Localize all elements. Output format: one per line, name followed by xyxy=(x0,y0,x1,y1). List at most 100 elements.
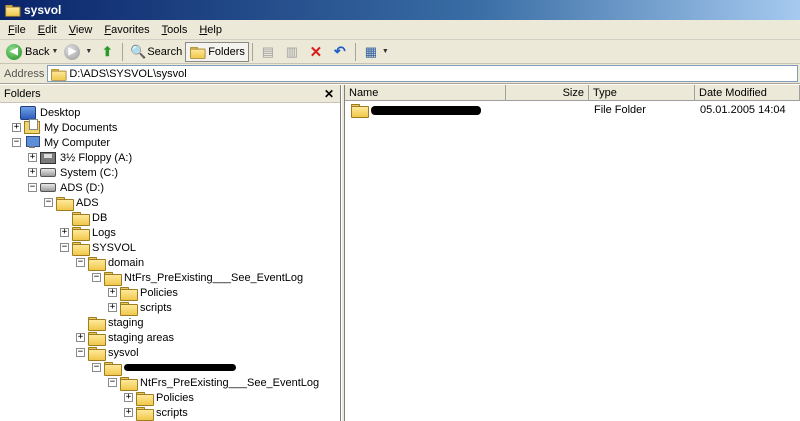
file-list-item[interactable]: File Folder 05.01.2005 14:04 xyxy=(345,102,800,118)
views-button[interactable]: ▦ ▼ xyxy=(359,42,392,62)
collapse-icon[interactable]: − xyxy=(108,378,117,387)
tree-item[interactable]: Desktop xyxy=(20,105,80,120)
delete-button[interactable]: ✕ xyxy=(304,42,328,62)
expand-icon[interactable]: + xyxy=(60,228,69,237)
collapse-icon[interactable]: − xyxy=(12,138,21,147)
forward-dropdown-icon[interactable]: ▼ xyxy=(85,48,92,55)
tree-item[interactable]: − SYSVOL xyxy=(60,240,136,256)
tree-item-label: Logs xyxy=(92,226,116,239)
expand-icon[interactable]: + xyxy=(28,153,37,162)
column-header-size[interactable]: Size xyxy=(506,85,589,101)
tree-item[interactable]: − sysvol xyxy=(76,345,139,361)
my-computer-icon xyxy=(24,136,40,149)
menu-help[interactable]: Help xyxy=(193,24,228,36)
menu-tools[interactable]: Tools xyxy=(156,24,194,36)
tree-item-label: NtFrs_PreExisting___See_EventLog xyxy=(140,376,320,389)
tree-item-label: ADS xyxy=(76,196,99,209)
back-button[interactable]: ◀ Back ▼ xyxy=(3,42,61,62)
folder-icon xyxy=(104,271,122,286)
hard-drive-icon xyxy=(40,183,56,192)
tree-item[interactable]: − domain xyxy=(76,255,144,271)
folder-icon xyxy=(136,391,154,406)
tree-item[interactable]: − My Computer xyxy=(12,135,110,150)
column-header-name[interactable]: Name xyxy=(345,85,506,101)
menu-file[interactable]: File xyxy=(2,24,32,36)
toolbar-separator xyxy=(354,42,356,61)
move-to-icon: ▤ xyxy=(261,43,275,59)
toolbar: ◀ Back ▼ ▶ ▼ ⬆ 🔍 Search Folders ▤ ▥ ✕ ↶ … xyxy=(0,40,800,64)
folders-pane: Folders ✕ Desktop + My Documents − My Comput… xyxy=(0,85,341,421)
folder-icon xyxy=(120,376,138,391)
expand-icon[interactable]: + xyxy=(28,168,37,177)
tree-item[interactable]: − ADS (D:) xyxy=(28,180,104,195)
forward-button[interactable]: ▶ ▼ xyxy=(61,42,95,62)
tree-item[interactable]: + Logs xyxy=(60,225,116,241)
window-folder-icon xyxy=(5,4,21,17)
tree-item[interactable]: + Policies xyxy=(108,285,178,301)
tree-item[interactable]: + Policies xyxy=(124,390,194,406)
title-bar[interactable]: sysvol xyxy=(0,0,800,20)
folder-icon xyxy=(104,361,122,376)
collapse-icon[interactable]: − xyxy=(92,363,101,372)
search-button[interactable]: 🔍 Search xyxy=(126,42,185,62)
menu-view[interactable]: View xyxy=(63,24,99,36)
folder-icon xyxy=(88,346,106,361)
expand-icon[interactable]: + xyxy=(124,408,133,417)
collapse-icon[interactable]: − xyxy=(92,273,101,282)
folders-pane-header: Folders ✕ xyxy=(0,85,340,103)
tree-item-label: My Documents xyxy=(44,121,118,134)
tree-item-label: NtFrs_PreExisting___See_EventLog xyxy=(124,271,304,284)
window-title: sysvol xyxy=(24,3,62,17)
undo-button[interactable]: ↶ xyxy=(328,42,352,62)
undo-icon: ↶ xyxy=(334,43,346,59)
expand-icon[interactable]: + xyxy=(108,303,117,312)
tree-item[interactable]: DB xyxy=(72,210,107,226)
close-icon[interactable]: ✕ xyxy=(324,87,334,101)
file-name-cell xyxy=(351,103,481,118)
up-button[interactable]: ⬆ xyxy=(95,42,119,62)
tree-item[interactable]: + My Documents xyxy=(12,119,118,135)
expand-icon[interactable]: + xyxy=(76,333,85,342)
folder-icon xyxy=(120,286,138,301)
column-header-date-modified[interactable]: Date Modified xyxy=(695,85,800,101)
collapse-icon[interactable]: − xyxy=(76,258,85,267)
address-input[interactable]: D:\ADS\SYSVOL\sysvol xyxy=(47,65,798,82)
menu-favorites[interactable]: Favorites xyxy=(98,24,155,36)
folder-icon xyxy=(88,256,106,271)
address-path: D:\ADS\SYSVOL\sysvol xyxy=(69,67,187,80)
views-dropdown-icon[interactable]: ▼ xyxy=(382,48,389,55)
tree-item[interactable]: − xyxy=(92,360,236,376)
tree-item[interactable]: + scripts xyxy=(108,300,172,316)
hard-drive-icon xyxy=(40,168,56,177)
tree-item[interactable]: + staging areas xyxy=(76,330,175,346)
expand-icon[interactable]: + xyxy=(108,288,117,297)
move-to-button[interactable]: ▤ xyxy=(256,42,280,62)
desktop-icon xyxy=(20,105,36,120)
back-dropdown-icon[interactable]: ▼ xyxy=(51,48,58,55)
expand-icon[interactable]: + xyxy=(124,393,133,402)
copy-to-button[interactable]: ▥ xyxy=(280,42,304,62)
address-folder-icon xyxy=(51,68,67,81)
folders-label: Folders xyxy=(208,45,245,58)
tree-item-label: staging areas xyxy=(108,331,175,344)
collapse-icon[interactable]: − xyxy=(60,243,69,252)
tree-item[interactable]: − ADS xyxy=(44,195,99,211)
search-icon: 🔍 xyxy=(130,43,147,59)
tree-item[interactable]: staging xyxy=(88,315,143,331)
expand-icon[interactable]: + xyxy=(12,123,21,132)
redacted-label xyxy=(124,364,236,371)
folder-icon xyxy=(88,331,106,346)
tree-item[interactable]: +3½ Floppy (A:) xyxy=(28,150,132,165)
folders-icon xyxy=(190,46,206,59)
menu-edit[interactable]: Edit xyxy=(32,24,63,36)
collapse-icon[interactable]: − xyxy=(28,183,37,192)
tree-item[interactable]: − NtFrs_PreExisting___See_EventLog xyxy=(92,270,304,286)
folders-button[interactable]: Folders xyxy=(185,41,249,62)
collapse-icon[interactable]: − xyxy=(44,198,53,207)
folder-icon xyxy=(136,406,154,421)
tree-item[interactable]: − NtFrs_PreExisting___See_EventLog xyxy=(108,375,320,391)
tree-item[interactable]: + scripts xyxy=(124,405,188,421)
collapse-icon[interactable]: − xyxy=(76,348,85,357)
tree-item[interactable]: + System (C:) xyxy=(28,165,118,180)
column-header-type[interactable]: Type xyxy=(589,85,695,101)
